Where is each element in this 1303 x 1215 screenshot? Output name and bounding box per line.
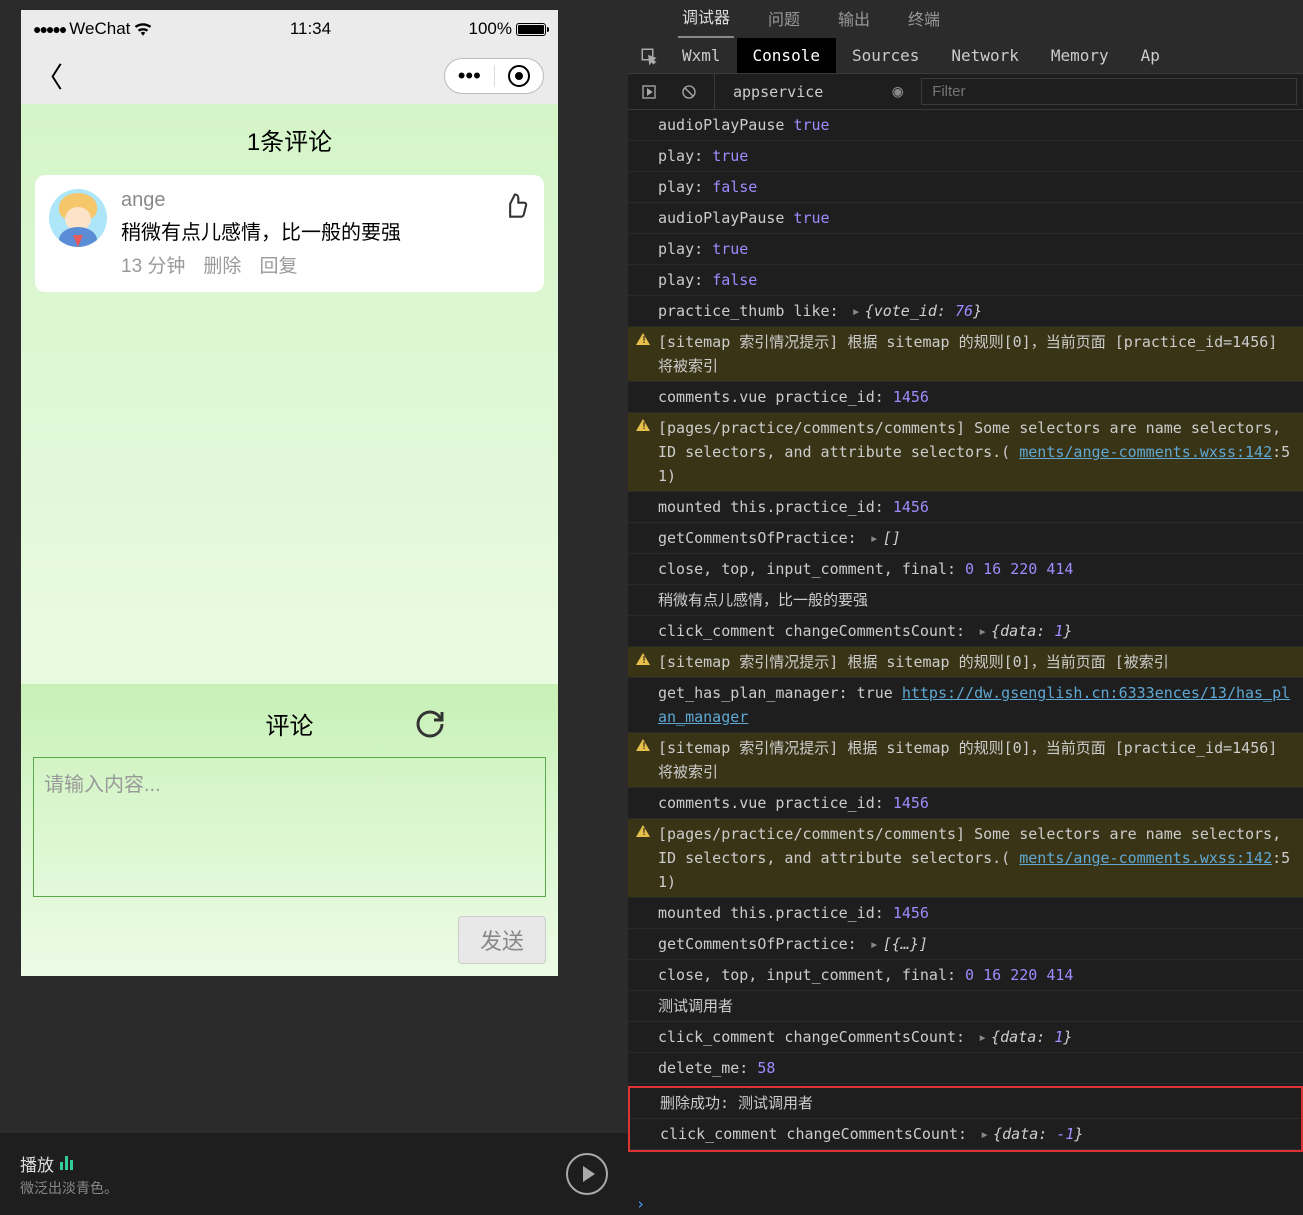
devtools-tab-调试器[interactable]: 调试器 bbox=[678, 0, 734, 38]
comment-card: ange 稍微有点儿感情，比一般的要强 13 分钟 删除 回复 bbox=[35, 175, 544, 292]
devtools-top-tabs: 调试器问题输出终端 bbox=[628, 0, 1303, 38]
run-icon[interactable] bbox=[634, 77, 664, 107]
console-log-row: [pages/practice/comments/comments] Some … bbox=[628, 819, 1303, 898]
more-button[interactable]: ••• bbox=[445, 63, 494, 89]
console-log-row: 稍微有点儿感情，比一般的要强 bbox=[628, 585, 1303, 616]
console-log-row: play: true bbox=[628, 234, 1303, 265]
panel-tab-memory[interactable]: Memory bbox=[1035, 38, 1125, 73]
play-button[interactable] bbox=[566, 1153, 608, 1195]
console-log-row: close, top, input_comment, final: 0 16 2… bbox=[628, 960, 1303, 991]
console-log-row: comments.vue practice_id: 1456 bbox=[628, 788, 1303, 819]
console-prompt[interactable]: › bbox=[628, 1193, 1303, 1215]
console-log-row: getCommentsOfPractice: ▸[{…}] bbox=[628, 929, 1303, 960]
panel-tab-sources[interactable]: Sources bbox=[836, 38, 935, 73]
highlighted-logs: 删除成功: 测试调用者click_comment changeCommentsC… bbox=[628, 1086, 1303, 1152]
console-log-row: play: true bbox=[628, 141, 1303, 172]
clear-icon[interactable] bbox=[674, 77, 704, 107]
signal-icon: ●●●●● bbox=[33, 21, 65, 37]
comment-input[interactable] bbox=[33, 757, 546, 897]
devtools-panel: 调试器问题输出终端 WxmlConsoleSourcesNetworkMemor… bbox=[628, 0, 1303, 1215]
console-log-row: practice_thumb like: ▸{vote_id: 76} bbox=[628, 296, 1303, 327]
console-log-row: click_comment changeCommentsCount: ▸{dat… bbox=[630, 1119, 1301, 1150]
close-miniapp-button[interactable] bbox=[495, 65, 544, 87]
comment-footer: 评论 发送 bbox=[21, 684, 558, 976]
panel-tab-network[interactable]: Network bbox=[935, 38, 1034, 73]
console-log-row: audioPlayPause true bbox=[628, 203, 1303, 234]
reply-button[interactable]: 回复 bbox=[259, 251, 297, 278]
eye-icon[interactable]: ◉ bbox=[892, 81, 903, 102]
target-icon bbox=[508, 65, 530, 87]
panel-tab-ap[interactable]: Ap bbox=[1125, 38, 1176, 73]
player-subtitle: 微泛出淡青色。 bbox=[20, 1178, 118, 1198]
console-log-row: getCommentsOfPractice: ▸[] bbox=[628, 523, 1303, 554]
nav-bar: 〈 ••• bbox=[21, 48, 558, 104]
devtools-tab-输出[interactable]: 输出 bbox=[834, 0, 874, 38]
comment-time: 13 分钟 bbox=[121, 251, 185, 278]
send-button[interactable]: 发送 bbox=[458, 916, 546, 964]
console-log-row: [pages/practice/comments/comments] Some … bbox=[628, 413, 1303, 492]
clock: 11:34 bbox=[290, 19, 331, 39]
console-log-row: [sitemap 索引情况提示] 根据 sitemap 的规则[0]，当前页面 … bbox=[628, 327, 1303, 382]
page-body: 1条评论 ange 稍微有点儿感情，比一般的要强 13 分钟 删除 回复 bbox=[21, 104, 558, 976]
avatar[interactable] bbox=[49, 189, 107, 247]
back-button[interactable]: 〈 bbox=[35, 56, 63, 96]
warning-icon bbox=[636, 419, 650, 431]
devtools-panel-tabs: WxmlConsoleSourcesNetworkMemoryAp bbox=[628, 38, 1303, 74]
battery-pct: 100% bbox=[469, 19, 512, 39]
console-log-row: [sitemap 索引情况提示] 根据 sitemap 的规则[0]，当前页面 … bbox=[628, 733, 1303, 788]
console-log-row: 测试调用者 bbox=[628, 991, 1303, 1022]
delete-button[interactable]: 删除 bbox=[203, 251, 241, 278]
reload-icon[interactable] bbox=[414, 708, 446, 740]
console-output[interactable]: audioPlayPause trueplay: trueplay: false… bbox=[628, 110, 1303, 1193]
warning-icon bbox=[636, 739, 650, 751]
devtools-tab-终端[interactable]: 终端 bbox=[904, 0, 944, 38]
equalizer-icon bbox=[60, 1156, 73, 1170]
console-log-row: get_has_plan_manager: true https://dw.gs… bbox=[628, 678, 1303, 733]
inspect-icon[interactable] bbox=[634, 41, 664, 71]
comment-username: ange bbox=[121, 189, 488, 212]
warning-icon bbox=[636, 333, 650, 345]
panel-tab-wxml[interactable]: Wxml bbox=[666, 38, 737, 73]
console-log-row: comments.vue practice_id: 1456 bbox=[628, 382, 1303, 413]
play-icon bbox=[583, 1166, 595, 1182]
console-toolbar: appservice▼ ◉ bbox=[628, 74, 1303, 110]
devtools-tab-问题[interactable]: 问题 bbox=[764, 0, 804, 38]
console-log-row: play: false bbox=[628, 172, 1303, 203]
status-bar: ●●●●● WeChat 11:34 100% bbox=[21, 10, 558, 48]
panel-tab-console[interactable]: Console bbox=[737, 38, 836, 73]
audio-player: 播放 微泛出淡青色。 bbox=[0, 1133, 628, 1215]
console-log-row: mounted this.practice_id: 1456 bbox=[628, 492, 1303, 523]
footer-title: 评论 bbox=[266, 706, 314, 741]
capsule-menu: ••• bbox=[444, 58, 544, 94]
battery-icon bbox=[516, 23, 546, 36]
console-log-row: mounted this.practice_id: 1456 bbox=[628, 898, 1303, 929]
context-select[interactable]: appservice bbox=[725, 79, 883, 105]
console-log-row: click_comment changeCommentsCount: ▸{dat… bbox=[628, 616, 1303, 647]
thumbs-up-icon[interactable] bbox=[502, 191, 530, 219]
player-title: 播放 bbox=[20, 1151, 54, 1176]
page-title: 1条评论 bbox=[21, 104, 558, 175]
wifi-icon bbox=[134, 22, 152, 36]
warning-icon bbox=[636, 825, 650, 837]
console-log-row: delete_me: 58 bbox=[628, 1053, 1303, 1084]
warning-icon bbox=[636, 653, 650, 665]
console-log-row: [sitemap 索引情况提示] 根据 sitemap 的规则[0]，当前页面 … bbox=[628, 647, 1303, 678]
console-log-row: audioPlayPause true bbox=[628, 110, 1303, 141]
phone-simulator: ●●●●● WeChat 11:34 100% 〈 ••• 1条评论 ange bbox=[21, 10, 558, 976]
carrier-label: WeChat bbox=[69, 19, 130, 39]
comment-text: 稍微有点儿感情，比一般的要强 bbox=[121, 216, 488, 245]
console-log-row: 删除成功: 测试调用者 bbox=[630, 1088, 1301, 1119]
console-log-row: click_comment changeCommentsCount: ▸{dat… bbox=[628, 1022, 1303, 1053]
console-log-row: close, top, input_comment, final: 0 16 2… bbox=[628, 554, 1303, 585]
console-log-row: play: false bbox=[628, 265, 1303, 296]
filter-input[interactable] bbox=[921, 78, 1297, 105]
